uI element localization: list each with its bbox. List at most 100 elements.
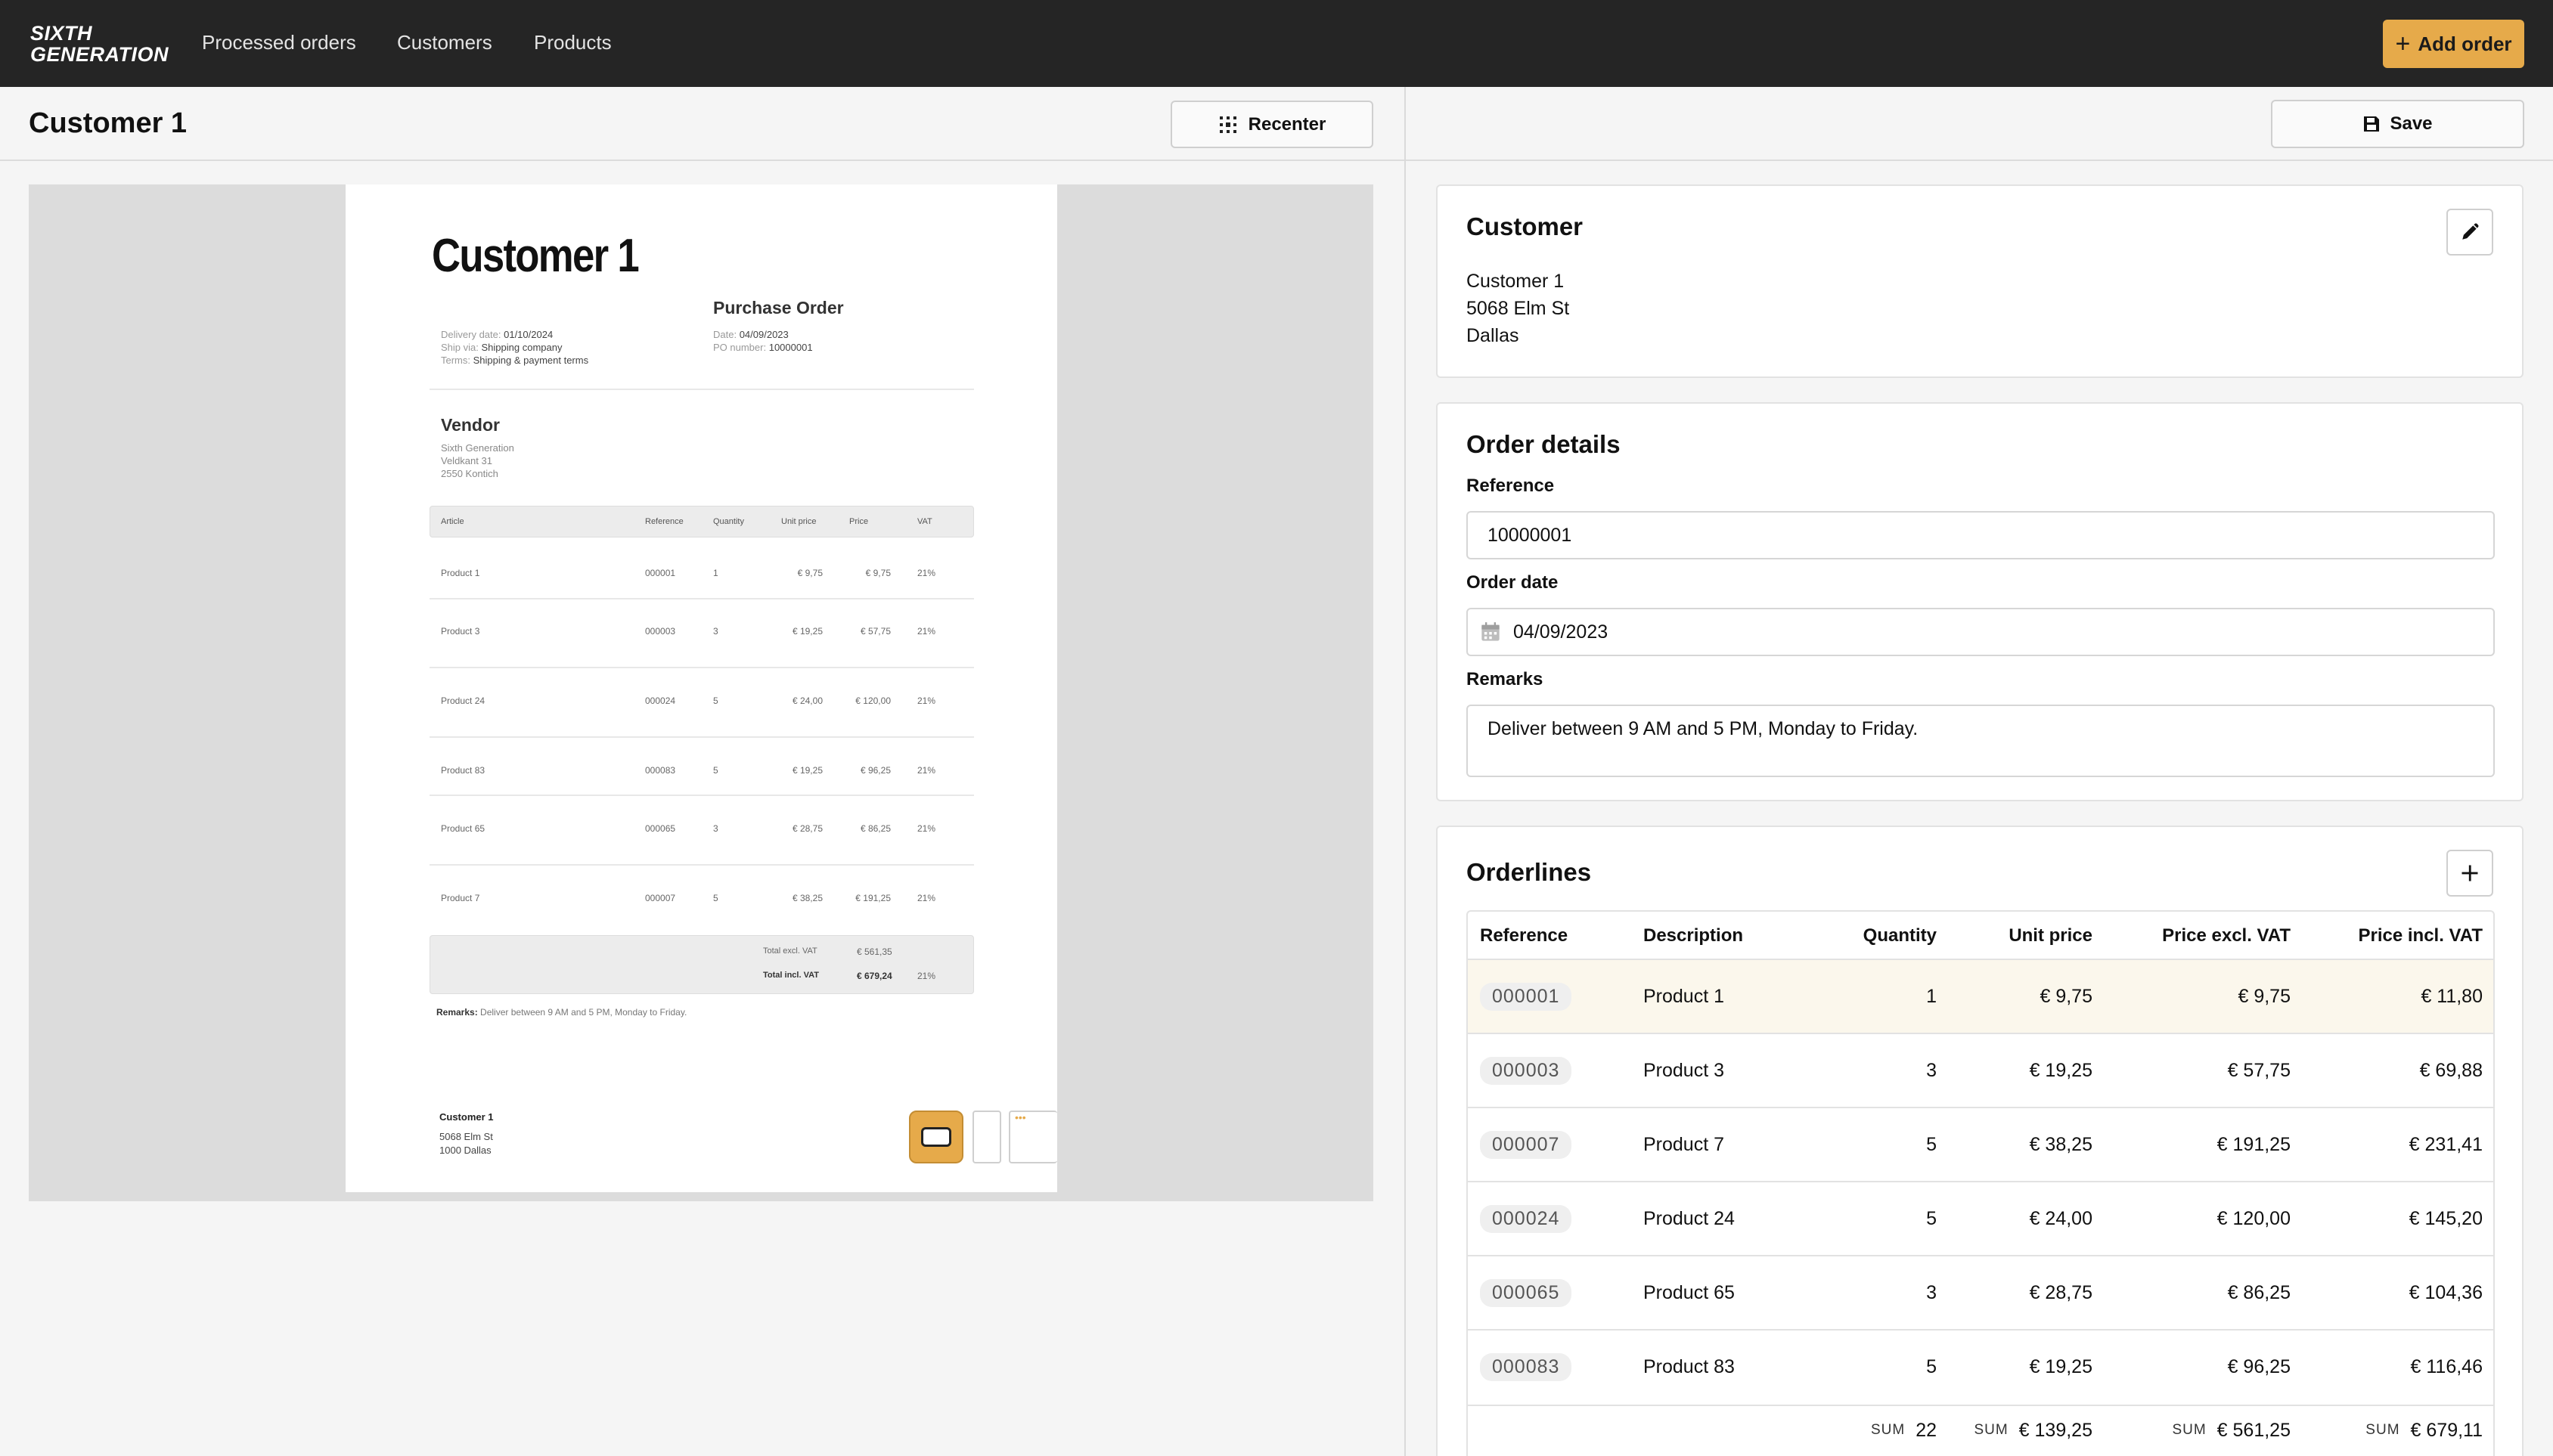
reference-badge: 000024 [1480, 1204, 1572, 1233]
nav-customers[interactable]: Customers [397, 30, 492, 54]
document-table-cell: 000001 [645, 568, 676, 578]
document-th-quantity: Quantity [713, 517, 744, 526]
orderline-reference: 000024 [1480, 1182, 1572, 1255]
add-orderline-button[interactable] [2446, 850, 2493, 897]
document-total-incl-label: Total incl. VAT [763, 971, 819, 980]
document-table-cell: € 191,25 [855, 893, 891, 903]
th-quantity[interactable]: Quantity [1863, 912, 1937, 960]
brand-logo[interactable]: SIXTH GENERATION [30, 23, 169, 65]
orderline-price-excl-vat: € 86,25 [2227, 1281, 2291, 1303]
sum-price-excl-vat: SUM € 561,25 [2172, 1419, 2291, 1441]
orderline-quantity: 1 [1926, 985, 1937, 1007]
document-th-reference: Reference [645, 517, 684, 526]
document-totals [430, 935, 974, 994]
document-total-excl-value: € 561,35 [857, 946, 892, 957]
document-table-cell: 21% [917, 765, 936, 776]
pencil-icon [2462, 223, 2479, 240]
th-unit-price[interactable]: Unit price [2009, 912, 2092, 960]
document-table-cell: 21% [917, 626, 936, 637]
document-table-cell: 3 [713, 626, 718, 637]
orderline-quantity: 5 [1926, 1133, 1937, 1155]
orderline-reference: 000065 [1480, 1256, 1572, 1329]
document-title: Customer 1 [432, 230, 640, 282]
orderline-row[interactable]: 000065 Product 65 3 € 28,75 € 86,25 € 104,36 [1468, 1255, 2493, 1329]
document-table-cell: € 19,25 [792, 626, 823, 637]
th-description[interactable]: Description [1643, 912, 1743, 960]
document-vendor-address: Sixth Generation Veldkant 31 2550 Kontic… [441, 442, 514, 479]
document-table-cell: € 28,75 [792, 823, 823, 834]
document-row-divider [430, 667, 974, 668]
plus-icon: + [2395, 29, 2411, 58]
thumbnail-more-icon[interactable]: ••• [1009, 1111, 1057, 1163]
orderline-row[interactable]: 000024 Product 24 5 € 24,00 € 120,00 € 145,20 [1468, 1181, 2493, 1255]
document-row-divider [430, 598, 974, 599]
document-table-cell: 21% [917, 823, 936, 834]
orderlines-title: Orderlines [1466, 858, 1592, 886]
th-price-incl-vat[interactable]: Price incl. VAT [2359, 912, 2483, 960]
orderlines-card: Orderlines Reference Description Quantit… [1436, 826, 2524, 1456]
orderline-description: Product 24 [1643, 1207, 1735, 1229]
document-logo-icon [921, 1127, 951, 1147]
document-th-article: Article [441, 517, 464, 526]
orderline-description: Product 3 [1643, 1059, 1725, 1081]
reference-badge: 000007 [1480, 1130, 1572, 1159]
document-viewer-logo-badge[interactable] [909, 1111, 963, 1163]
document-table-cell: Product 83 [441, 765, 485, 776]
nav-products[interactable]: Products [534, 30, 612, 54]
document-total-vat: 21% [917, 971, 936, 981]
document-th-unit-price: Unit price [781, 517, 817, 526]
document-table-cell: 000003 [645, 626, 676, 637]
orderline-reference: 000007 [1480, 1108, 1572, 1181]
document-po-title: Purchase Order [713, 298, 844, 318]
page-thumbnail[interactable] [972, 1111, 1001, 1163]
orderline-row[interactable]: 000007 Product 7 5 € 38,25 € 191,25 € 231,41 [1468, 1107, 2493, 1181]
orderline-description: Product 1 [1643, 985, 1725, 1007]
pane-divider[interactable] [1404, 87, 1406, 1456]
th-reference[interactable]: Reference [1480, 912, 1568, 960]
document-table-cell: 21% [917, 893, 936, 903]
reference-badge: 000003 [1480, 1056, 1572, 1085]
document-shipping-meta: Delivery date: 01/10/2024 Ship via: Ship… [441, 329, 589, 366]
document-page: Customer 1 Purchase Order Delivery date:… [346, 184, 1057, 1192]
sum-unit-price: SUM € 139,25 [1974, 1419, 2092, 1441]
document-table-cell: € 38,25 [792, 893, 823, 903]
add-order-button[interactable]: + Add order [2383, 20, 2524, 68]
order-date-input[interactable]: 04/09/2023 [1466, 608, 2495, 656]
document-divider [430, 389, 974, 390]
remarks-textarea[interactable]: Deliver between 9 AM and 5 PM, Monday to… [1466, 705, 2495, 777]
orderline-unit-price: € 9,75 [2040, 985, 2092, 1007]
save-icon [2364, 116, 2380, 132]
orderline-unit-price: € 24,00 [2029, 1207, 2092, 1229]
orderline-price-incl-vat: € 11,80 [2421, 985, 2483, 1007]
reference-input[interactable]: 10000001 [1466, 511, 2495, 559]
orderline-description: Product 7 [1643, 1133, 1725, 1155]
orderline-row[interactable]: 000001 Product 1 1 € 9,75 € 9,75 € 11,80 [1468, 959, 2493, 1033]
orderline-unit-price: € 38,25 [2029, 1133, 2092, 1155]
top-navigation-bar: SIXTH GENERATION Processed orders Custom… [0, 0, 2553, 87]
page-title: Customer 1 [29, 107, 188, 139]
document-table-cell: 3 [713, 823, 718, 834]
calendar-icon [1481, 622, 1500, 641]
order-details-title: Order details [1466, 430, 1621, 458]
orderline-price-incl-vat: € 145,20 [2409, 1207, 2483, 1229]
orderline-price-incl-vat: € 69,88 [2419, 1059, 2483, 1081]
plus-icon [2461, 865, 2478, 881]
document-table-cell: € 24,00 [792, 695, 823, 706]
orderline-unit-price: € 19,25 [2029, 1355, 2092, 1377]
document-table-cell: 000083 [645, 765, 676, 776]
orderline-price-excl-vat: € 9,75 [2238, 985, 2291, 1007]
orderline-quantity: 5 [1926, 1355, 1937, 1377]
th-price-excl-vat[interactable]: Price excl. VAT [2162, 912, 2291, 960]
sum-price-incl-vat: SUM € 679,11 [2365, 1419, 2483, 1441]
orderline-price-excl-vat: € 96,25 [2227, 1355, 2291, 1377]
document-table-cell: 000065 [645, 823, 676, 834]
orderline-row[interactable]: 000003 Product 3 3 € 19,25 € 57,75 € 69,88 [1468, 1033, 2493, 1107]
orderline-quantity: 3 [1926, 1059, 1937, 1081]
save-button[interactable]: Save [2271, 100, 2524, 148]
reference-badge: 000083 [1480, 1352, 1572, 1381]
nav-processed-orders[interactable]: Processed orders [202, 30, 356, 54]
recenter-button[interactable]: Recenter [1171, 101, 1373, 148]
edit-customer-button[interactable] [2446, 209, 2493, 256]
document-table-cell: € 19,25 [792, 765, 823, 776]
orderline-row[interactable]: 000083 Product 83 5 € 19,25 € 96,25 € 116,46 [1468, 1329, 2493, 1403]
